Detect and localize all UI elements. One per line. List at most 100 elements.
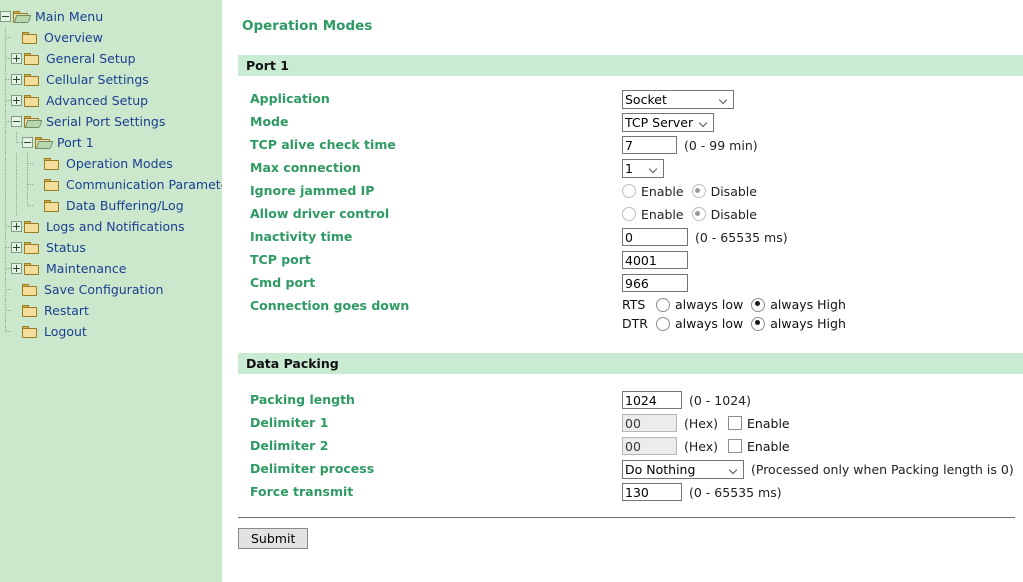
inactivity-time-input[interactable] (622, 228, 688, 246)
force-transmit-input[interactable] (622, 483, 682, 501)
collapse-icon[interactable] (0, 11, 11, 22)
tree-guide (11, 195, 22, 216)
sidebar-item-data-buffering-log[interactable]: Data Buffering/Log (0, 195, 222, 216)
row-connection-goes-down: Connection goes down RTS always low alwa… (250, 295, 1023, 335)
sidebar-item-logs-and-notifications[interactable]: Logs and Notifications (0, 216, 222, 237)
navigation-sidebar[interactable]: Main Menu Overview General Setup Cellular S… (0, 0, 222, 582)
row-delimiter-2: Delimiter 2 (Hex) Enable (250, 435, 1023, 457)
delimiter-1-input[interactable] (622, 414, 677, 432)
rts-always-low-option[interactable]: always low (656, 297, 743, 312)
sidebar-item-cellular-settings[interactable]: Cellular Settings (0, 69, 222, 90)
sidebar-item-label: Save Configuration (44, 282, 164, 297)
dtr-always-high-option[interactable]: always High (751, 316, 846, 331)
sidebar-item-communication-parameters[interactable]: Communication Parameters (0, 174, 222, 195)
mode-select[interactable]: TCP Server (622, 112, 714, 132)
folder-open-icon (24, 115, 43, 129)
delimiter-process-select[interactable]: Do Nothing (622, 459, 744, 479)
folder-icon (44, 178, 61, 192)
row-allow-driver-control: Allow driver control Enable Disable (250, 203, 1023, 225)
ignore-jammed-ip-enable-option[interactable]: Enable (622, 184, 684, 199)
sidebar-item-maintenance[interactable]: Maintenance (0, 258, 222, 279)
collapse-icon[interactable] (11, 116, 22, 127)
delimiter-2-input[interactable] (622, 437, 677, 455)
expand-icon[interactable] (11, 74, 22, 85)
radio-icon (751, 297, 766, 312)
delimiter-2-enable-label: Enable (747, 438, 790, 454)
sidebar-item-operation-modes[interactable]: Operation Modes (0, 153, 222, 174)
main-content: Operation Modes Port 1 Application Socke… (230, 0, 1023, 582)
hex-label-delimiter-1: (Hex) (684, 415, 719, 431)
label-connection-goes-down: Connection goes down (250, 298, 410, 313)
sidebar-item-advanced-setup[interactable]: Advanced Setup (0, 90, 222, 111)
expand-icon[interactable] (11, 53, 22, 64)
tree-guide (0, 90, 11, 111)
sidebar-item-serial-port-settings[interactable]: Serial Port Settings (0, 111, 222, 132)
sidebar-item-label: Maintenance (46, 261, 127, 276)
max-connection-select[interactable]: 1 (622, 158, 664, 178)
allow-driver-control-disable-option[interactable]: Disable (691, 206, 757, 222)
label-inactivity-time: Inactivity time (250, 229, 353, 244)
hint-inactivity-time: (0 - 65535 ms) (695, 229, 788, 245)
tcp-alive-check-time-input[interactable] (622, 136, 677, 154)
sidebar-item-general-setup[interactable]: General Setup (0, 48, 222, 69)
tree-guide (0, 48, 11, 69)
sidebar-item-save-configuration[interactable]: Save Configuration (0, 279, 222, 300)
label-allow-driver-control: Allow driver control (250, 206, 390, 221)
row-tcp-port: TCP port (250, 249, 1023, 271)
ignore-jammed-ip-disable-option[interactable]: Disable (691, 184, 757, 199)
delimiter-2-enable-option[interactable]: Enable (728, 439, 790, 454)
application-select[interactable]: Socket (622, 89, 734, 109)
mode-select-wrap: TCP Server (622, 112, 714, 132)
label-cmd-port: Cmd port (250, 275, 316, 290)
label-application: Application (250, 91, 330, 106)
sidebar-item-logout[interactable]: Logout (0, 321, 222, 342)
radio-icon (751, 316, 766, 331)
delimiter-1-enable-option[interactable]: Enable (728, 416, 790, 431)
tcp-port-input[interactable] (622, 251, 688, 269)
expand-icon[interactable] (11, 242, 22, 253)
sidebar-item-restart[interactable]: Restart (0, 300, 222, 321)
folder-icon (22, 31, 39, 45)
tree-guide (0, 111, 11, 132)
radio-icon (656, 316, 670, 331)
row-force-transmit: Force transmit (0 - 65535 ms) (250, 481, 1023, 503)
dtr-always-low-option[interactable]: always low (656, 316, 743, 331)
folder-icon (24, 52, 41, 66)
radio-icon (691, 207, 706, 221)
packing-length-input[interactable] (622, 391, 682, 409)
sidebar-item-overview[interactable]: Overview (0, 27, 222, 48)
sidebar-item-label: Cellular Settings (46, 72, 149, 87)
sidebar-item-label: Logs and Notifications (46, 219, 185, 234)
rts-always-high-option[interactable]: always High (751, 297, 846, 312)
sidebar-item-label: Communication Parameters (66, 177, 222, 192)
folder-open-icon (13, 10, 32, 24)
expand-icon[interactable] (11, 221, 22, 232)
checkbox-icon (728, 439, 743, 453)
sidebar-item-label: Overview (44, 30, 103, 45)
tree-guide (0, 174, 11, 195)
allow-driver-control-enable-option[interactable]: Enable (622, 207, 684, 222)
submit-button[interactable]: Submit (238, 528, 309, 549)
allow-driver-control-disable-label: Disable (710, 206, 757, 222)
tree-guide (0, 237, 11, 258)
tree-guide (0, 195, 11, 216)
sidebar-item-main-menu[interactable]: Main Menu (0, 6, 222, 27)
folder-icon (44, 199, 61, 213)
dtr-always-low-label: always low (675, 316, 744, 331)
section-header-data-packing: Data Packing (238, 353, 1023, 374)
expand-icon[interactable] (11, 263, 22, 274)
cmd-port-input[interactable] (622, 274, 688, 292)
footer-actions: Submit (230, 518, 1023, 549)
collapse-icon[interactable] (22, 137, 33, 148)
label-mode: Mode (250, 114, 289, 129)
max-connection-select-wrap: 1 (622, 158, 664, 178)
nav-tree[interactable]: Main Menu Overview General Setup Cellular S… (0, 6, 222, 342)
label-packing-length: Packing length (250, 392, 355, 407)
expand-icon[interactable] (11, 95, 22, 106)
label-ignore-jammed-ip: Ignore jammed IP (250, 183, 375, 198)
tree-guide (11, 174, 22, 195)
sidebar-item-label: Advanced Setup (46, 93, 149, 108)
allow-driver-control-enable-label: Enable (641, 206, 684, 222)
sidebar-item-status[interactable]: Status (0, 237, 222, 258)
sidebar-item-port-1[interactable]: Port 1 (0, 132, 222, 153)
